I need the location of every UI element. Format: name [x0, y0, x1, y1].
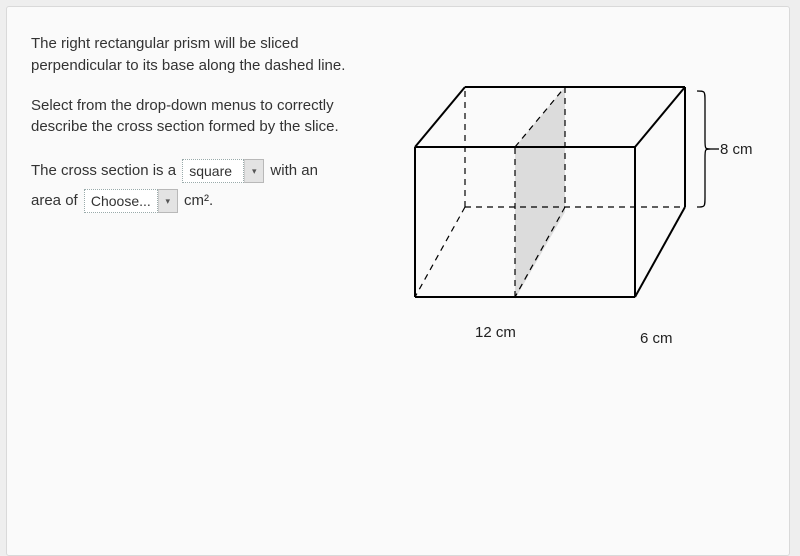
sentence-part-1: The cross section is a — [31, 162, 176, 179]
chevron-down-icon: ▾ — [158, 189, 178, 213]
sentence-part-2: with an — [270, 162, 318, 179]
prism-figure: 12 cm 6 cm 8 cm — [385, 57, 765, 377]
problem-statement-1: The right rectangular prism will be slic… — [31, 33, 385, 77]
sentence-part-3: area of — [31, 192, 78, 209]
area-dropdown-value: Choose... — [84, 189, 158, 213]
cross-section-plane — [515, 87, 565, 299]
height-bracket — [697, 91, 711, 207]
answer-sentence: The cross section is a square ▾ with an … — [31, 156, 385, 216]
prism-edge — [415, 87, 465, 147]
shape-dropdown[interactable]: square ▾ — [182, 159, 264, 183]
sentence-part-4: cm². — [184, 192, 213, 209]
question-card: The right rectangular prism will be slic… — [6, 6, 790, 556]
length-label-overlay: 12 cm — [475, 324, 516, 341]
question-text-column: The right rectangular prism will be slic… — [31, 27, 385, 535]
height-label-overlay: 8 cm — [720, 141, 753, 158]
chevron-down-icon: ▾ — [244, 159, 264, 183]
prism-edge — [635, 87, 685, 147]
width-label-overlay: 6 cm — [640, 330, 673, 347]
hidden-edge — [415, 207, 465, 297]
figure-column: 12 cm 6 cm 8 cm 8 cm 12 cm 6 cm — [385, 27, 765, 535]
problem-statement-2: Select from the drop-down menus to corre… — [31, 95, 385, 139]
shape-dropdown-value: square — [182, 159, 244, 183]
prism-edge — [635, 207, 685, 297]
area-dropdown[interactable]: Choose... ▾ — [84, 189, 178, 213]
